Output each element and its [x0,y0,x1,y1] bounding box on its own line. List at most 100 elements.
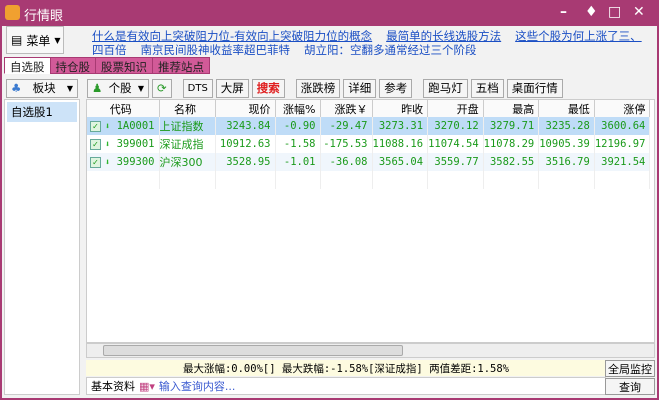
desktop-quote-button[interactable]: 桌面行情 [506,78,563,98]
down-arrow-icon: ⬇ [104,158,111,168]
news-links: 什么是有效向上突破阻力位-有效向上突破阻力位的概念 最简单的长线选股方法 这些个股为… [92,29,652,55]
cell: 3243.84 [215,117,276,135]
ranking-button[interactable]: 涨跌榜 [295,78,341,98]
query-bar: 基本资料 ▦▾ 输入查询内容... [86,377,606,395]
cell [427,171,484,189]
news-link[interactable]: 胡立阳：空翻多通常经过三个阶段 [304,43,477,55]
tab-holdings[interactable]: 持仓股 [49,57,96,74]
cell: 沪深300 [159,153,216,171]
maximize-icon[interactable]: □ [608,4,621,20]
column-header[interactable]: 昨收 [372,100,429,117]
tab-recommended[interactable]: 推荐站点 [152,57,210,74]
stock-dropdown[interactable]: ♟ 个股 ▼ [87,78,149,98]
refresh-button[interactable]: ⟳ [152,78,172,98]
cell: 3921.54 [594,153,651,171]
title-bar: 行情眼 – ♦ □ ✕ [0,0,659,26]
query-button[interactable]: 查询 [605,378,655,395]
cell: 12196.97 [594,135,651,153]
down-arrow-icon: ⬇ [104,122,111,132]
cell: -1.58 [275,135,321,153]
sector-dropdown[interactable]: ♣ 板块 ▼ [6,78,78,98]
code-cell: ✓ ⬇ 399300 [87,153,160,171]
ticker-button[interactable]: 跑马灯 [423,78,468,98]
cell [87,171,160,189]
cell: 3235.28 [538,117,595,135]
big-screen-button[interactable]: 大屏 [215,78,249,98]
query-input[interactable]: 输入查询内容... [159,378,236,394]
minimize-icon[interactable]: – [560,4,567,20]
column-header[interactable]: 最高 [483,100,540,117]
table-row[interactable]: ✓ ⬇ 399001 深证成指 10912.63 -1.58 -175.53 11088.1… [87,135,651,153]
sidebar-item-watchlist1[interactable]: 自选股1 [7,102,77,122]
checkbox[interactable]: ✓ [89,156,101,168]
cell: 10905.39 [538,135,595,153]
code-cell: ✓ ⬇ 399001 [87,135,160,153]
cell [538,171,595,189]
checkbox[interactable]: ✓ [89,138,101,150]
cell [594,171,651,189]
global-monitor-button[interactable]: 全局监控 [605,360,655,377]
cell: 11078.29 [483,135,540,153]
status-bar: 最大涨幅:0.00%[] 最大跌幅:-1.58%[深证成指] 两值差距:1.58… [86,360,606,376]
column-header[interactable]: 涨停 [594,100,651,117]
tab-bar: 自选股 持仓股 股票知识 推荐站点 [4,57,210,74]
menu-icon: ▤ [11,33,23,47]
cell [159,171,216,189]
cell: -0.90 [275,117,321,135]
cell: 上证指数 [159,117,216,135]
cell: -29.47 [320,117,373,135]
column-header[interactable]: 涨幅% [275,100,321,117]
cell: 11088.16 [372,135,429,153]
cell [215,171,276,189]
column-header[interactable]: 涨跌￥ [320,100,373,117]
window-title: 行情眼 [24,9,64,24]
refresh-icon: ⟳ [157,81,167,95]
tab-watchlist[interactable]: 自选股 [4,57,51,74]
close-icon[interactable]: ✕ [633,4,645,20]
reference-button[interactable]: 参考 [379,78,413,98]
basic-info-label: 基本资料 [91,380,135,393]
chevron-down-icon: ▼ [137,83,144,93]
search-button[interactable]: 搜索 [251,78,285,98]
cell: -36.08 [320,153,373,171]
column-header[interactable]: 现价 [215,100,276,117]
menu-button[interactable]: ▤ 菜单 ▼ [6,26,64,54]
cell: 3273.31 [372,117,429,135]
code-text: 399300 [116,156,155,168]
news-link[interactable]: 南京民间股神收益率超巴菲特 [141,43,291,55]
news-link[interactable]: 什么是有效向上突破阻力位-有效向上突破阻力位的概念 [92,29,372,43]
cell: 11074.54 [427,135,484,153]
column-header[interactable]: 开盘 [427,100,484,117]
tab-knowledge[interactable]: 股票知识 [95,57,153,74]
chevron-down-icon: ▼ [66,83,73,93]
five-level-button[interactable]: 五档 [470,78,504,98]
horizontal-scrollbar[interactable] [86,343,655,358]
cell: 3559.77 [427,153,484,171]
toolbar: ♣ 板块 ▼ ♟ 个股 ▼ ⟳ DTS 大屏 搜索 涨跌榜 详细 参考 跑马灯 五档 桌… [2,77,657,99]
column-header[interactable]: 名称 [159,100,216,117]
cell: 深证成指 [159,135,216,153]
checkbox[interactable]: ✓ [89,120,101,132]
column-header[interactable]: 代码 [87,100,160,117]
code-text: 399001 [116,138,155,150]
scrollbar-thumb[interactable] [103,345,403,356]
code-cell: ✓ ⬇ 1A0001 [87,117,160,135]
sector-label: 板块 [32,81,56,95]
cell: 3279.71 [483,117,540,135]
cell: 3270.12 [427,117,484,135]
quote-table: 代码 名称 现价 涨幅% 涨跌￥ 昨收 开盘 最高 最低 涨停 ✓ ⬇ 1A0001 上证指数 3243… [86,99,655,343]
cell: 3582.55 [483,153,540,171]
stock-label: 个股 [108,81,132,95]
table-row[interactable]: ✓ ⬇ 1A0001 上证指数 3243.84 -0.90 -29.47 3273.31 32… [87,117,651,135]
sidebar: 自选股1 [4,99,80,395]
skin-icon[interactable]: ♦ [585,4,598,20]
dts-button[interactable]: DTS [182,78,213,98]
person-icon: ♟ [92,81,103,95]
news-link[interactable]: 最简单的长线选股方法 [386,29,501,43]
cell: 10912.63 [215,135,276,153]
chart-icon[interactable]: ▦▾ [139,380,155,393]
detail-button[interactable]: 详细 [343,78,377,98]
table-row[interactable]: ✓ ⬇ 399300 沪深300 3528.95 -1.01 -36.08 3565.04 3… [87,153,651,171]
column-header[interactable]: 最低 [538,100,595,117]
down-arrow-icon: ⬇ [104,140,111,150]
